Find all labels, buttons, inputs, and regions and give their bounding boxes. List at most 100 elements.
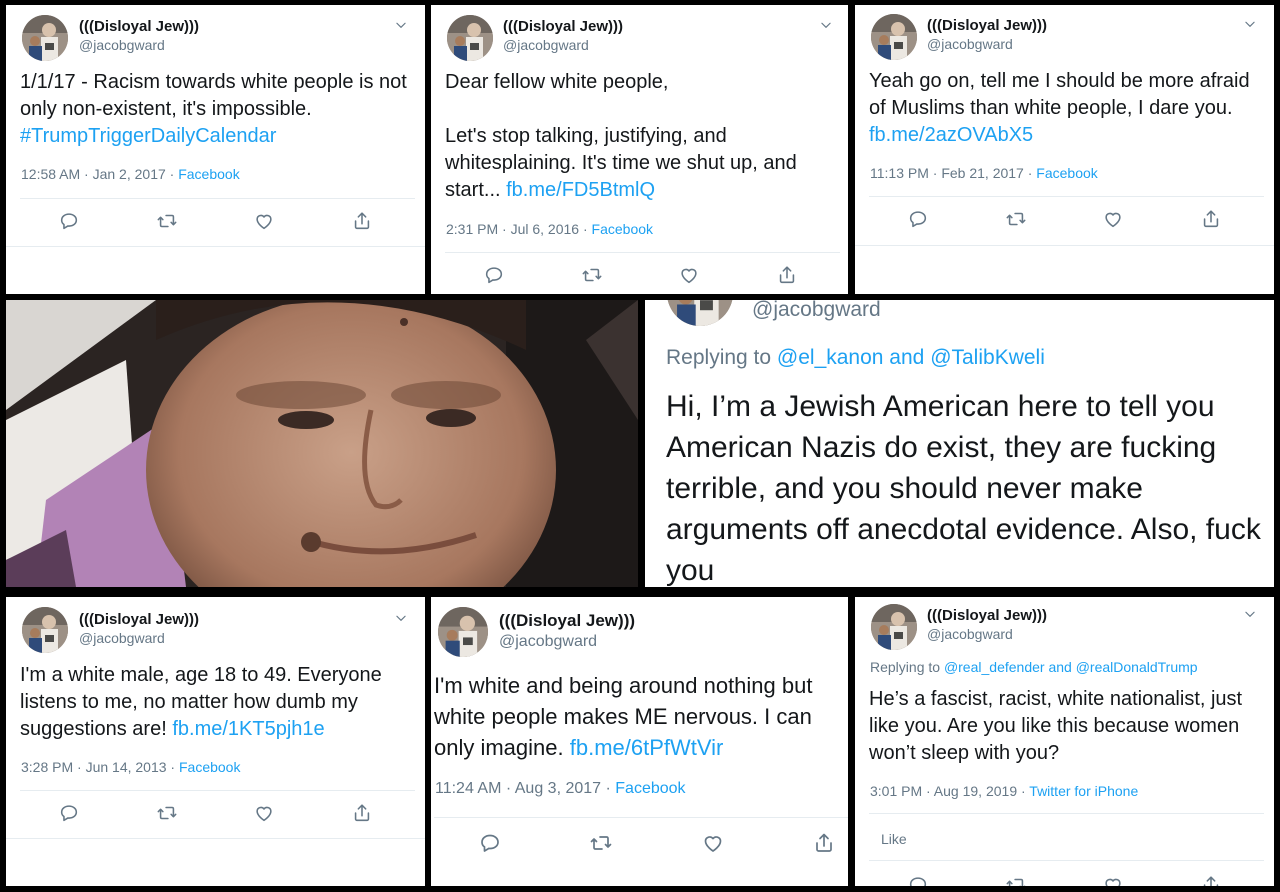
retweet-icon[interactable]	[156, 802, 178, 824]
reply-icon[interactable]	[58, 210, 80, 232]
display-name[interactable]: (((Disloyal Jew)))	[79, 18, 199, 35]
timestamp[interactable]: 3:28 PM · Jun 14, 2013 ·	[21, 759, 179, 775]
reply-user-link[interactable]: @realDonaldTrump	[1076, 659, 1198, 675]
reply-icon[interactable]	[58, 802, 80, 824]
avatar[interactable]	[871, 14, 917, 60]
tweet-link[interactable]: fb.me/FD5BtmlQ	[506, 179, 655, 201]
timestamp[interactable]: 3:01 PM · Aug 19, 2019 ·	[870, 783, 1029, 799]
tweet-text-line1: Dear fellow white people,	[445, 71, 669, 93]
tweet-text: He’s a fascist, racist, white nationalis…	[869, 688, 1243, 765]
tweet-meta: 2:31 PM · Jul 6, 2016 · Facebook	[446, 221, 653, 237]
display-name[interactable]: (((Disloyal Jew)))	[503, 18, 623, 35]
tweet-card-6: (((Disloyal Jew))) @jacobgward I'm white…	[431, 597, 848, 886]
like-label[interactable]: Like	[881, 831, 907, 847]
share-icon[interactable]	[812, 831, 836, 855]
avatar[interactable]	[438, 607, 488, 657]
source-link[interactable]: Facebook	[592, 221, 653, 237]
divider	[869, 860, 1264, 861]
handle[interactable]: @jacobgward	[499, 633, 597, 651]
retweet-icon[interactable]	[581, 264, 603, 286]
reply-user-link[interactable]: @real_defender	[944, 659, 1045, 675]
display-name[interactable]: (((Disloyal Jew)))	[79, 611, 199, 628]
tweet-link[interactable]: fb.me/1KT5pjh1e	[172, 718, 324, 740]
divider	[869, 196, 1264, 197]
tweet-text: I'm white and being around nothing but w…	[434, 670, 844, 763]
tweet-card-3: (((Disloyal Jew))) @jacobgward Yeah go o…	[855, 5, 1274, 294]
chevron-down-icon[interactable]	[394, 611, 408, 625]
handle[interactable]: @jacobgward	[79, 630, 165, 646]
timestamp[interactable]: 11:24 AM · Aug 3, 2017 ·	[435, 780, 615, 797]
reply-user-link[interactable]: @el_kanon	[777, 346, 884, 369]
tweet-meta: 11:24 AM · Aug 3, 2017 · Facebook	[435, 780, 686, 798]
tweet-meta: 11:13 PM · Feb 21, 2017 · Facebook	[870, 165, 1098, 181]
divider	[6, 838, 425, 839]
avatar[interactable]	[447, 15, 493, 61]
share-icon[interactable]	[351, 210, 373, 232]
hashtag-link[interactable]: #TrumpTriggerDailyCalendar	[20, 125, 276, 147]
tweet-body: Yeah go on, tell me I should be more afr…	[869, 70, 1250, 120]
tweet-link[interactable]: fb.me/2azOVAbX5	[869, 124, 1033, 146]
avatar[interactable]	[22, 607, 68, 653]
chevron-down-icon[interactable]	[1243, 17, 1257, 31]
replying-to: Replying to @el_kanon and @TalibKweli	[666, 346, 1045, 370]
retweet-icon[interactable]	[156, 210, 178, 232]
reply-icon[interactable]	[478, 831, 502, 855]
action-bar	[58, 210, 373, 232]
source-link[interactable]: Facebook	[615, 780, 685, 797]
retweet-icon[interactable]	[1005, 874, 1027, 886]
chevron-down-icon[interactable]	[1243, 607, 1257, 621]
reply-user-link[interactable]: @TalibKweli	[930, 346, 1045, 369]
reply-and: and	[1044, 659, 1076, 675]
tweet-card-1: (((Disloyal Jew))) @jacobgward 1/1/17 - …	[6, 5, 425, 294]
tweet-card-4: @jacobgward Replying to @el_kanon and @T…	[645, 300, 1274, 587]
like-icon[interactable]	[678, 264, 700, 286]
timestamp[interactable]: 12:58 AM · Jan 2, 2017 ·	[21, 166, 178, 182]
handle[interactable]: @jacobgward	[752, 300, 881, 322]
like-icon[interactable]	[701, 831, 725, 855]
divider	[20, 198, 415, 199]
tweet-meta: 3:01 PM · Aug 19, 2019 · Twitter for iPh…	[870, 783, 1138, 799]
avatar[interactable]	[22, 15, 68, 61]
avatar[interactable]	[871, 604, 917, 650]
timestamp[interactable]: 11:13 PM · Feb 21, 2017 ·	[870, 165, 1036, 181]
source-link[interactable]: Facebook	[1036, 165, 1097, 181]
retweet-icon[interactable]	[589, 831, 613, 855]
display-name[interactable]: (((Disloyal Jew)))	[927, 607, 1047, 624]
action-bar	[907, 208, 1222, 230]
handle[interactable]: @jacobgward	[927, 626, 1013, 642]
handle[interactable]: @jacobgward	[79, 37, 165, 53]
profile-photo	[6, 300, 638, 587]
action-bar	[483, 264, 798, 286]
handle[interactable]: @jacobgward	[503, 37, 589, 53]
display-name[interactable]: (((Disloyal Jew)))	[499, 611, 635, 631]
share-icon[interactable]	[1200, 874, 1222, 886]
share-icon[interactable]	[776, 264, 798, 286]
reply-icon[interactable]	[907, 874, 929, 886]
display-name[interactable]: (((Disloyal Jew)))	[927, 17, 1047, 34]
share-icon[interactable]	[351, 802, 373, 824]
reply-icon[interactable]	[483, 264, 505, 286]
portrait-photo	[6, 300, 638, 587]
share-icon[interactable]	[1200, 208, 1222, 230]
chevron-down-icon[interactable]	[819, 18, 833, 32]
tweet-link[interactable]: fb.me/6tPfWtVir	[570, 735, 724, 760]
chevron-down-icon[interactable]	[394, 18, 408, 32]
tweet-text: I'm a white male, age 18 to 49. Everyone…	[20, 662, 415, 744]
divider	[445, 252, 840, 253]
source-link[interactable]: Facebook	[179, 759, 240, 775]
source-link[interactable]: Twitter for iPhone	[1029, 783, 1138, 799]
action-bar	[58, 802, 373, 824]
divider	[6, 246, 425, 247]
tweet-card-7: (((Disloyal Jew))) @jacobgward Replying …	[855, 597, 1274, 886]
like-icon[interactable]	[253, 210, 275, 232]
retweet-icon[interactable]	[1005, 208, 1027, 230]
avatar[interactable]	[667, 300, 733, 326]
like-icon[interactable]	[1102, 874, 1124, 886]
reply-icon[interactable]	[907, 208, 929, 230]
handle[interactable]: @jacobgward	[927, 36, 1013, 52]
like-icon[interactable]	[253, 802, 275, 824]
divider	[855, 245, 1274, 246]
source-link[interactable]: Facebook	[178, 166, 239, 182]
timestamp[interactable]: 2:31 PM · Jul 6, 2016 ·	[446, 221, 592, 237]
like-icon[interactable]	[1102, 208, 1124, 230]
